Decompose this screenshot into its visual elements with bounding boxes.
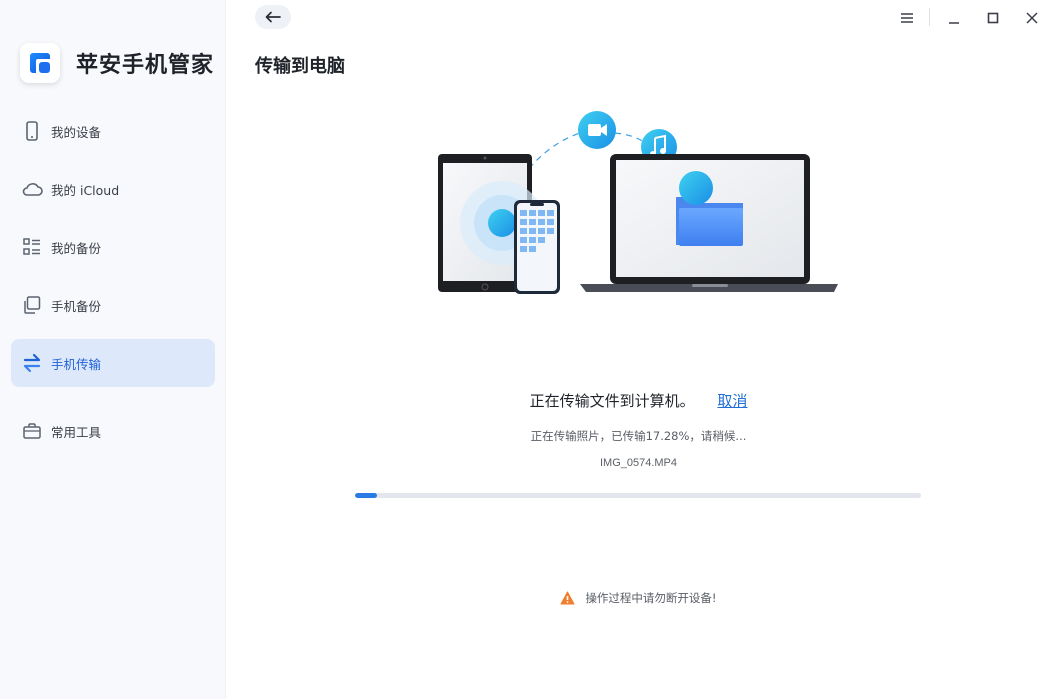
app-logo (20, 43, 60, 83)
cancel-link[interactable]: 取消 (717, 392, 747, 410)
sidebar-item-my-icloud[interactable]: 我的 iCloud (11, 165, 215, 213)
warning-message: 操作过程中请勿断开设备! (226, 590, 1051, 606)
close-icon (1025, 11, 1039, 25)
list-icon (21, 236, 43, 258)
back-button[interactable] (255, 5, 291, 29)
minimize-button[interactable] (944, 8, 964, 28)
arrow-left-icon (265, 11, 281, 23)
current-file-name: IMG_0574.MP4 (599, 457, 678, 469)
sidebar-item-phone-backup[interactable]: 手机备份 (11, 281, 215, 329)
sidebar-item-my-backup[interactable]: 我的备份 (11, 223, 215, 271)
app-name: 苹安手机管家 (76, 53, 215, 78)
sidebar-item-label: 手机备份 (51, 298, 102, 314)
cloud-icon (21, 178, 43, 200)
sidebar-item-label: 常用工具 (51, 424, 102, 440)
transfer-illustration (430, 105, 850, 305)
page-title: 传输到电脑 (255, 56, 345, 77)
progress-text: 正在传输照片，已传输17.28%，请稍候... (530, 429, 747, 443)
sidebar-item-phone-transfer[interactable]: 手机传输 (11, 339, 215, 387)
warning-text: 操作过程中请勿断开设备! (585, 591, 717, 605)
transfer-status: 正在传输文件到计算机。 取消 (0, 390, 1051, 411)
copy-icon (21, 294, 43, 316)
sidebar-item-label: 我的 iCloud (51, 182, 120, 198)
sidebar-item-label: 我的设备 (51, 124, 102, 140)
maximize-icon (986, 11, 1000, 25)
sidebar: 苹安手机管家 我的设备 我的 iCloud 我的备份 手机备份 手机传输 常用工… (0, 0, 226, 699)
progress-bar (355, 493, 921, 498)
transfer-icon (21, 352, 43, 374)
maximize-button[interactable] (983, 8, 1003, 28)
warning-icon (560, 591, 575, 605)
minimize-icon (947, 11, 961, 25)
status-text: 正在传输文件到计算机。 (529, 392, 695, 410)
window-controls-divider (929, 8, 930, 26)
sidebar-item-common-tools[interactable]: 常用工具 (11, 407, 215, 455)
brand: 苹安手机管家 (20, 43, 214, 83)
phone-icon (21, 120, 43, 142)
sidebar-item-my-device[interactable]: 我的设备 (11, 107, 215, 155)
briefcase-icon (21, 420, 43, 442)
menu-icon (900, 12, 914, 24)
progress-bar-fill (355, 493, 377, 498)
menu-button[interactable] (897, 8, 917, 28)
sidebar-item-label: 我的备份 (51, 240, 102, 256)
close-button[interactable] (1022, 8, 1042, 28)
sidebar-item-label: 手机传输 (51, 356, 102, 372)
